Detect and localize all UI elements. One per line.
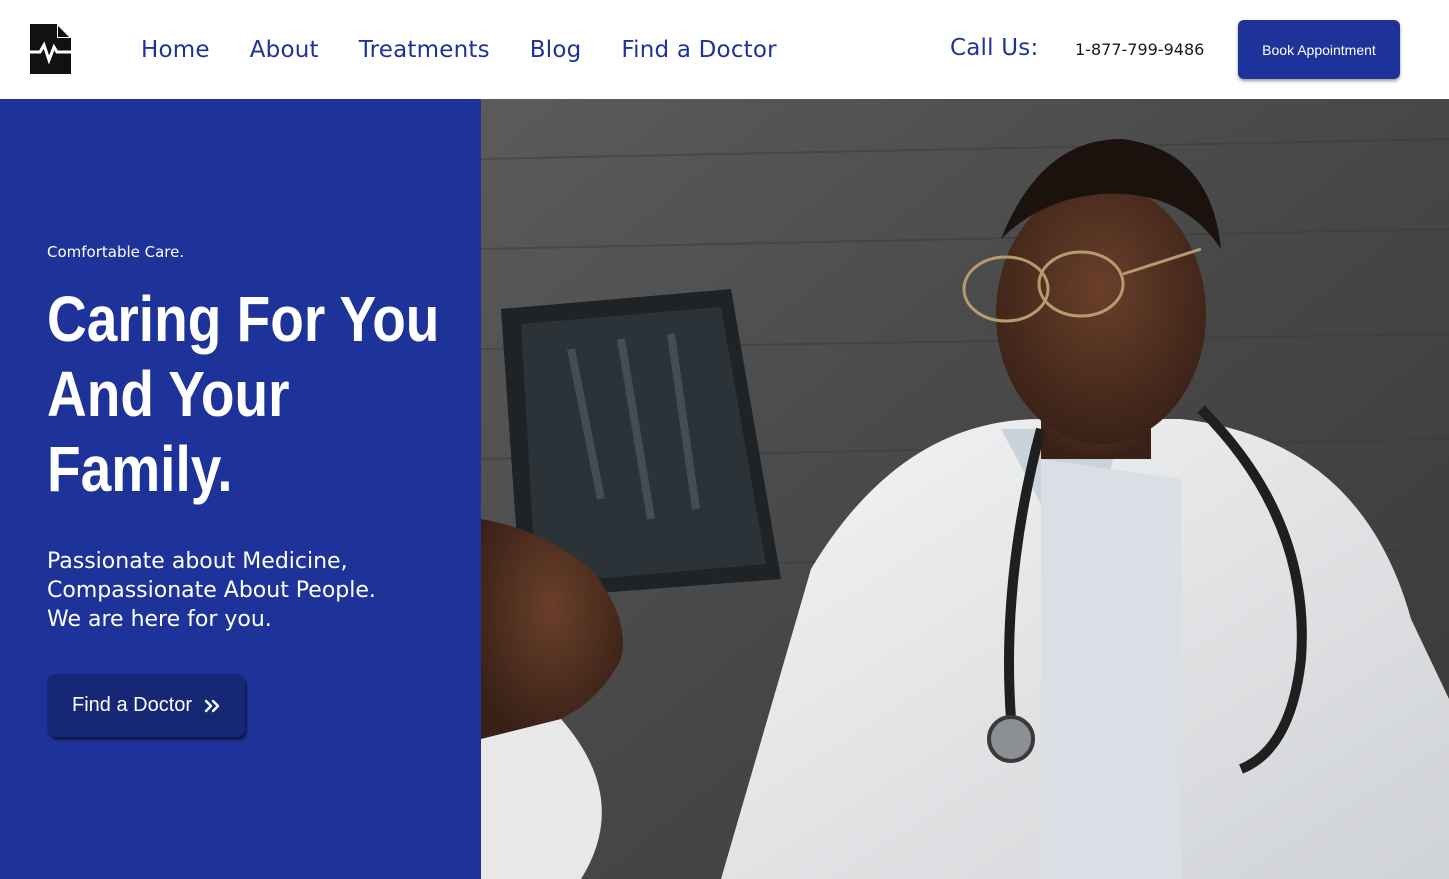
book-appointment-button[interactable]: Book Appointment: [1238, 20, 1400, 79]
find-a-doctor-button[interactable]: Find a Doctor: [47, 674, 245, 737]
hero-subtext-line: Compassionate About People.: [47, 578, 376, 603]
hero-headline: Caring For You And Your Family.: [47, 282, 440, 507]
double-chevron-right-icon: [204, 699, 220, 713]
find-a-doctor-button-label: Find a Doctor: [72, 694, 193, 716]
hero-headline-line: Caring For You: [47, 283, 440, 355]
hero-headline-line: And Your: [47, 358, 290, 430]
nav-find-a-doctor[interactable]: Find a Doctor: [621, 37, 776, 63]
phone-number-link[interactable]: 1-877-799-9486: [1075, 40, 1204, 59]
nav-treatments[interactable]: Treatments: [359, 37, 490, 63]
hero-subtext-line: We are here for you.: [47, 607, 272, 632]
call-us-label: Call Us:: [950, 35, 1039, 61]
site-header: Home About Treatments Blog Find a Doctor…: [0, 0, 1449, 99]
medical-document-pulse-icon[interactable]: [27, 23, 73, 75]
nav-home[interactable]: Home: [141, 37, 210, 63]
hero-subtext: Passionate about Medicine, Compassionate…: [47, 547, 467, 634]
hero-eyebrow: Comfortable Care.: [47, 243, 185, 261]
hero-doctor-image: [481, 99, 1449, 879]
nav-blog[interactable]: Blog: [530, 37, 582, 63]
main-nav: Home About Treatments Blog Find a Doctor: [141, 34, 817, 66]
nav-about[interactable]: About: [250, 37, 319, 63]
hero-subtext-line: Passionate about Medicine,: [47, 549, 348, 574]
hero-headline-line: Family.: [47, 433, 233, 505]
